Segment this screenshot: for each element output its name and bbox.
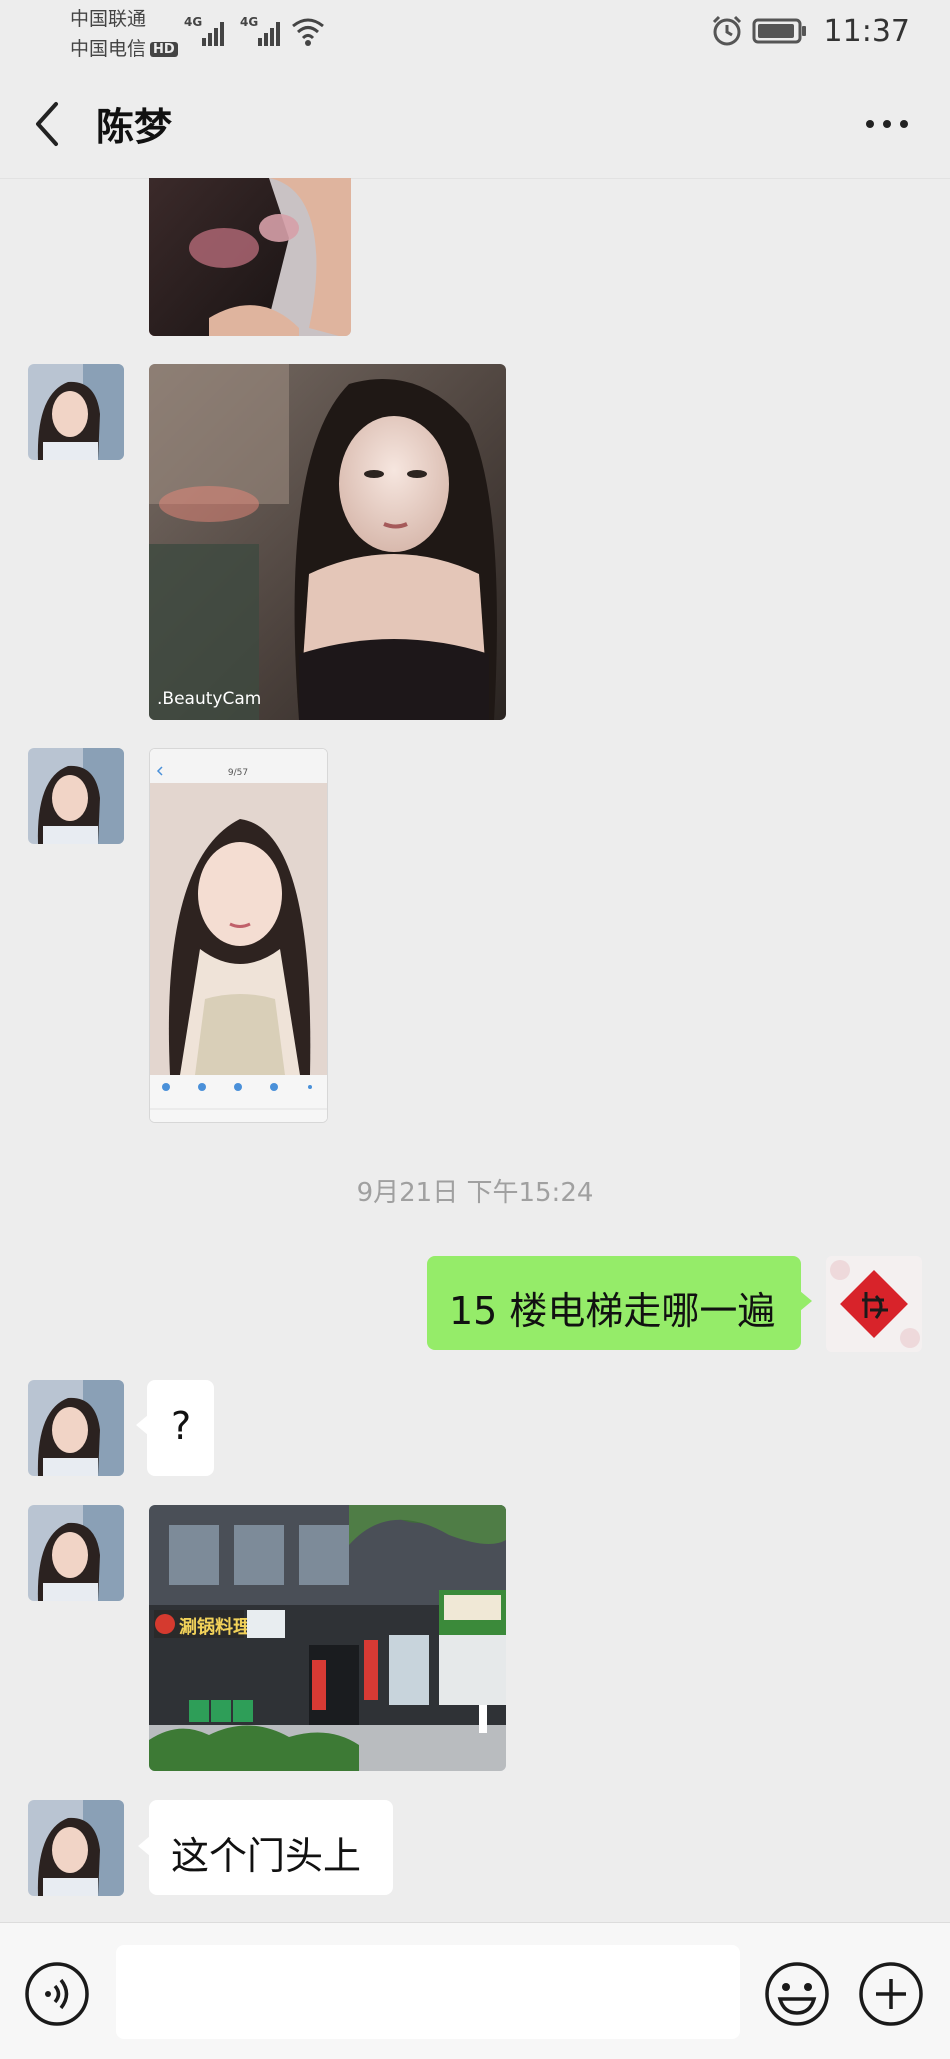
screenshot-message[interactable]: 9/57: [149, 748, 328, 1123]
beautycam-watermark: .BeautyCam: [157, 689, 261, 709]
wifi-icon: [292, 18, 324, 46]
shop-sign-text: 涮锅料理: [179, 1616, 251, 1638]
avatar[interactable]: [28, 748, 124, 844]
chat-header: 陈梦: [0, 66, 950, 179]
emoji-icon[interactable]: [764, 1961, 830, 2027]
alarm-icon: [712, 15, 742, 46]
screenshot-page-counter: 9/57: [228, 768, 248, 778]
bubble-tail: [800, 1291, 812, 1311]
incoming-text-bubble[interactable]: ?: [147, 1380, 214, 1476]
clock: 11:37: [823, 14, 910, 49]
signal-4g-icon-1: 4G: [184, 15, 224, 46]
voice-icon[interactable]: [24, 1961, 90, 2027]
input-bar: [0, 1922, 950, 2059]
avatar[interactable]: [28, 1380, 124, 1476]
incoming-text-bubble[interactable]: 这个门头上: [149, 1800, 393, 1895]
plus-icon[interactable]: [858, 1961, 924, 2027]
avatar[interactable]: [28, 1505, 124, 1601]
my-avatar[interactable]: [826, 1256, 922, 1352]
svg-text:4G: 4G: [240, 15, 258, 29]
hd-badge: HD: [150, 42, 178, 57]
photo-message-1[interactable]: [149, 178, 351, 336]
outgoing-text: 15 楼电梯走哪一遍: [449, 1289, 776, 1333]
chat-timestamp: 9月21日 下午15:24: [356, 1178, 594, 1208]
signal-4g-icon-2: 4G: [240, 15, 280, 46]
battery-icon: [752, 18, 806, 44]
photo-message-2[interactable]: .BeautyCam: [149, 364, 506, 720]
outgoing-text-bubble[interactable]: 15 楼电梯走哪一遍: [427, 1256, 801, 1350]
carrier-1: 中国联通: [70, 8, 147, 30]
more-dots-icon[interactable]: [864, 118, 910, 130]
status-bar: 中国联通 中国电信 HD 4G 4G 11:37: [0, 0, 950, 66]
carrier-2: 中国电信 HD: [70, 34, 178, 61]
chevron-left-icon[interactable]: [30, 96, 66, 152]
incoming-text: 这个门头上: [171, 1834, 362, 1878]
chat-title[interactable]: 陈梦: [96, 96, 172, 151]
message-input[interactable]: [116, 1945, 740, 2039]
avatar[interactable]: [28, 364, 124, 460]
svg-text:4G: 4G: [184, 15, 202, 29]
incoming-text: ?: [171, 1404, 192, 1448]
storefront-photo-message[interactable]: 涮锅料理: [149, 1505, 506, 1771]
avatar[interactable]: [28, 1800, 124, 1896]
